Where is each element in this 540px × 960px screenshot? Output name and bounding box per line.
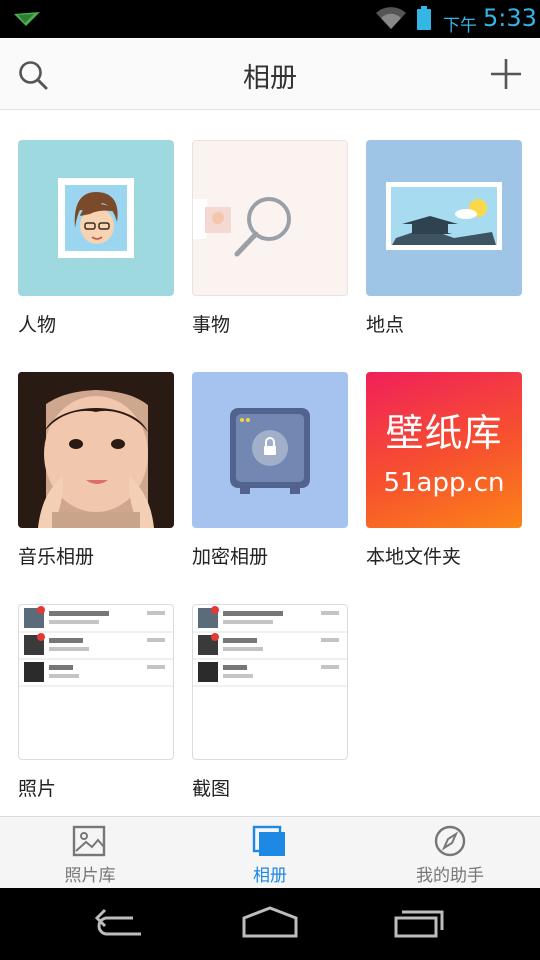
album-tile-encrypted[interactable] — [192, 372, 348, 528]
album-label-music: 音乐相册 — [18, 546, 95, 568]
thumbnail-title-text: 壁纸库 — [385, 411, 503, 455]
album-tile-local-folder[interactable]: 壁纸库 51app.cn — [366, 372, 522, 528]
back-icon[interactable] — [93, 904, 147, 942]
album-tile-photos[interactable] — [18, 604, 174, 760]
album-label-places: 地点 — [366, 314, 405, 336]
album-label-things: 事物 — [192, 314, 231, 336]
wallpaper-app-thumbnail: 壁纸库 51app.cn — [366, 372, 522, 528]
album-tile-things[interactable] — [192, 140, 348, 296]
girl-photo-thumbnail — [18, 372, 174, 528]
album-tile-music[interactable] — [18, 372, 174, 528]
thumbnail-url-text: 51app.cn — [383, 468, 505, 498]
nav-label-my-assistant: 我的助手 — [416, 866, 484, 886]
wifi-icon — [376, 7, 406, 29]
recent-apps-icon[interactable] — [394, 904, 448, 942]
picture-icon — [72, 825, 106, 857]
page-title: 相册 — [243, 63, 297, 94]
album-label-encrypted: 加密相册 — [192, 546, 269, 568]
person-portrait-icon — [58, 178, 134, 258]
status-bar: 下午 5:33 — [0, 0, 540, 38]
battery-icon — [417, 6, 431, 30]
album-tile-screenshots[interactable] — [192, 604, 348, 760]
nav-tab-photo-library[interactable]: 照片库 — [0, 817, 180, 889]
add-icon[interactable] — [490, 58, 522, 90]
album-label-people: 人物 — [18, 314, 57, 336]
chat-screenshot-thumbnail — [193, 605, 347, 687]
landscape-pagoda-icon — [386, 182, 502, 250]
nav-tab-my-assistant[interactable]: 我的助手 — [360, 817, 540, 889]
compass-icon — [434, 825, 466, 857]
notification-icon — [14, 12, 40, 26]
album-label-screenshots: 截图 — [192, 778, 231, 800]
album-label-local-folder: 本地文件夹 — [366, 546, 462, 568]
nav-tab-albums[interactable]: 相册 — [180, 817, 360, 889]
chat-screenshot-thumbnail — [19, 605, 173, 687]
bottom-nav: 照片库 相册 我的助手 — [0, 816, 540, 889]
magnifier-icon — [193, 197, 291, 257]
home-icon[interactable] — [242, 904, 298, 942]
album-label-photos: 照片 — [18, 778, 57, 800]
nav-label-photo-library: 照片库 — [64, 866, 116, 886]
app-header: 相册 — [0, 38, 540, 110]
nav-label-albums: 相册 — [253, 866, 287, 886]
album-tile-places[interactable] — [366, 140, 522, 296]
system-nav-bar — [0, 888, 540, 960]
status-ampm: 下午 — [443, 16, 477, 36]
album-tile-people[interactable] — [18, 140, 174, 296]
safe-lock-icon — [230, 408, 310, 494]
album-stack-icon — [252, 825, 285, 856]
status-clock: 5:33 — [483, 4, 537, 32]
